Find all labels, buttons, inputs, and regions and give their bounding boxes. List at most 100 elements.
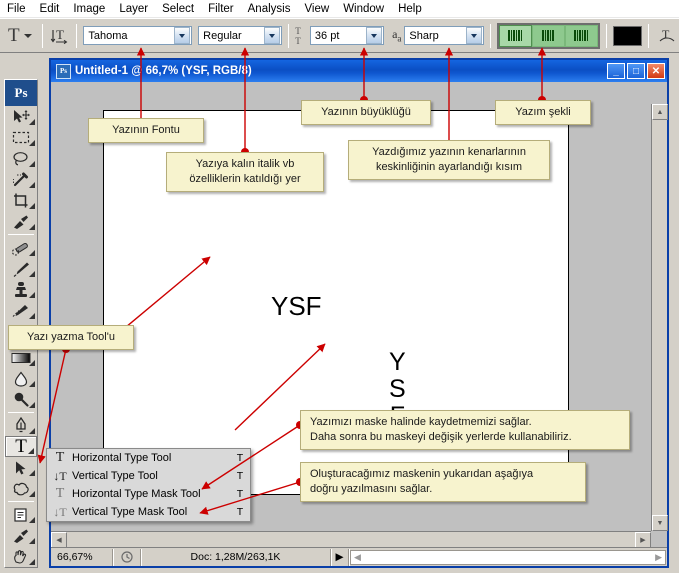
horizontal-scrollbar[interactable]: ◀ ▶: [51, 531, 651, 548]
dodge-tool-button[interactable]: [5, 389, 37, 410]
document-size-info: Doc: 1,28M/263,1K: [141, 548, 331, 566]
tool-more-indicator[interactable]: [29, 250, 35, 256]
tool-more-indicator[interactable]: [29, 313, 35, 319]
font-style-select[interactable]: Regular: [198, 26, 283, 45]
gradient-tool-button[interactable]: [5, 347, 37, 368]
brush-tool-button[interactable]: [5, 258, 37, 279]
options-bar: T T Tahoma Regular T T 36 pt aa Sharp T: [0, 18, 679, 53]
tool-preset-picker[interactable]: T: [4, 26, 36, 45]
lasso-tool-button[interactable]: [5, 148, 37, 169]
notes-tool-button[interactable]: [5, 504, 37, 525]
tool-more-indicator[interactable]: [29, 360, 35, 366]
divider: [8, 412, 34, 413]
tool-more-indicator[interactable]: [29, 203, 35, 209]
type-tool-icon: T: [8, 25, 20, 46]
divider: [8, 234, 34, 235]
menu-item-layer[interactable]: Layer: [112, 2, 155, 16]
move-tool-button[interactable]: [5, 106, 37, 127]
tool-more-indicator[interactable]: [28, 448, 34, 454]
tool-more-indicator[interactable]: [29, 271, 35, 277]
align-right-button[interactable]: [564, 24, 598, 47]
healing-brush-tool-button[interactable]: [5, 237, 37, 258]
svg-text:T: T: [56, 27, 64, 42]
warp-text-button[interactable]: T: [655, 27, 679, 45]
tool-more-indicator[interactable]: [29, 224, 35, 230]
tool-more-indicator[interactable]: [29, 182, 35, 188]
tool-more-indicator[interactable]: [29, 470, 35, 476]
hand-tool-button[interactable]: [5, 546, 37, 567]
menu-item-view[interactable]: View: [297, 2, 336, 16]
scroll-right-button[interactable]: ▶: [635, 532, 651, 548]
align-left-button[interactable]: [498, 24, 532, 47]
crop-tool-button[interactable]: [5, 190, 37, 211]
tool-more-indicator[interactable]: [29, 402, 35, 408]
pen-tool-button[interactable]: [5, 415, 37, 436]
toggle-text-orientation-icon: T: [51, 27, 68, 44]
brush-tool-icon: [13, 262, 29, 277]
lasso-tool-icon: [13, 151, 28, 165]
menu-item-file[interactable]: File: [0, 2, 33, 16]
eyedropper-bottom-tool-button[interactable]: [5, 525, 37, 546]
scroll-up-button[interactable]: ▲: [652, 104, 668, 120]
tool-more-indicator[interactable]: [29, 292, 35, 298]
font-family-select[interactable]: Tahoma: [83, 26, 193, 45]
flyout-item-vertical-type-tool[interactable]: ↓T Vertical Type Tool T: [47, 467, 250, 485]
font-size-select[interactable]: 36 pt: [309, 26, 385, 45]
document-sizes-icon[interactable]: [113, 548, 141, 566]
shape-tool-button[interactable]: [5, 478, 37, 499]
flyout-item-label: Horizontal Type Tool: [72, 452, 172, 464]
text-color-swatch[interactable]: [612, 25, 643, 46]
flyout-item-vertical-type-mask-tool[interactable]: ↓T Vertical Type Mask Tool T: [47, 503, 250, 521]
rectangular-marquee-tool-button[interactable]: [5, 127, 37, 148]
minimize-button[interactable]: _: [607, 63, 625, 79]
tool-more-indicator[interactable]: [29, 161, 35, 167]
scroll-down-button[interactable]: ▼: [652, 515, 668, 531]
menu-item-analysis[interactable]: Analysis: [241, 2, 298, 16]
chevron-down-icon[interactable]: [23, 33, 32, 38]
clone-stamp-tool-button[interactable]: [5, 279, 37, 300]
tool-more-indicator[interactable]: [29, 428, 35, 434]
type-tool-button[interactable]: T: [5, 436, 37, 457]
menu-item-window[interactable]: Window: [336, 2, 391, 16]
path-selection-tool-button[interactable]: [5, 457, 37, 478]
tool-more-indicator[interactable]: [29, 119, 35, 125]
warp-text-icon: T: [659, 27, 675, 41]
annotation-align: Yazım şekli: [495, 100, 591, 125]
anti-alias-select[interactable]: Sharp: [404, 26, 484, 45]
eyedropper-tool-button[interactable]: [5, 211, 37, 232]
scroll-left-button[interactable]: ◀: [51, 532, 67, 548]
tool-more-indicator[interactable]: [29, 538, 35, 544]
chevron-down-icon[interactable]: [264, 27, 281, 44]
chevron-down-icon[interactable]: [174, 27, 191, 44]
chevron-down-icon[interactable]: [465, 27, 482, 44]
chevron-down-icon[interactable]: [366, 27, 383, 44]
align-center-button[interactable]: [531, 24, 565, 47]
flyout-item-horizontal-type-mask-tool[interactable]: T Horizontal Type Mask Tool T: [47, 485, 250, 503]
toggle-text-orientation-button[interactable]: T: [49, 25, 71, 47]
anti-alias-value: Sharp: [409, 29, 439, 42]
close-button[interactable]: ✕: [647, 63, 665, 79]
status-menu-button[interactable]: ▶: [331, 548, 349, 566]
tool-more-indicator[interactable]: [29, 491, 35, 497]
tool-more-indicator[interactable]: [29, 381, 35, 387]
vertical-scrollbar[interactable]: ▲ ▼: [651, 104, 668, 531]
magic-wand-tool-button[interactable]: [5, 169, 37, 190]
menu-item-help[interactable]: Help: [391, 2, 429, 16]
blur-tool-button[interactable]: [5, 368, 37, 389]
maximize-button[interactable]: □: [627, 63, 645, 79]
tool-more-indicator[interactable]: [29, 140, 35, 146]
menu-item-select[interactable]: Select: [155, 2, 201, 16]
menu-item-image[interactable]: Image: [66, 2, 112, 16]
menu-item-edit[interactable]: Edit: [33, 2, 67, 16]
track-right-arrow[interactable]: ▶: [652, 552, 665, 563]
notes-tool-icon: [14, 507, 27, 522]
tool-more-indicator[interactable]: [29, 517, 35, 523]
tool-more-indicator[interactable]: [29, 559, 35, 565]
font-size-icon: T T: [295, 25, 302, 46]
history-brush-tool-button[interactable]: [5, 300, 37, 321]
menu-item-filter[interactable]: Filter: [201, 2, 241, 16]
document-title-bar[interactable]: Ps Untitled-1 @ 66,7% (YSF, RGB/8) _ □ ✕: [51, 60, 667, 82]
flyout-item-horizontal-type-tool[interactable]: T Horizontal Type Tool T: [47, 449, 250, 467]
zoom-level[interactable]: 66,67%: [51, 548, 113, 566]
track-left-arrow[interactable]: ◀: [351, 552, 364, 563]
